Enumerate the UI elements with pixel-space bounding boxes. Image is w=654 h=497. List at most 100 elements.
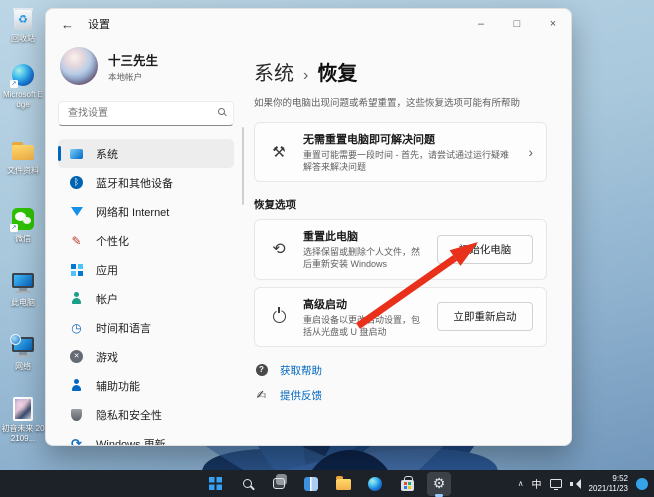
image-file-icon — [10, 396, 36, 422]
desktop-icon-wechat[interactable]: ↗ 微信 — [1, 206, 45, 244]
file-explorer-button[interactable] — [331, 472, 355, 496]
restart-now-button[interactable]: 立即重新启动 — [437, 302, 533, 331]
sidebar-item-network-internet[interactable]: 网络和 Internet — [58, 197, 234, 226]
account-type: 本地帐户 — [108, 71, 158, 83]
minimize-button[interactable]: – — [463, 9, 499, 39]
task-view-button[interactable] — [267, 472, 291, 496]
shortcut-arrow-icon: ↗ — [10, 80, 18, 88]
update-icon: ⟳ — [69, 436, 84, 446]
sidebar-item-apps[interactable]: 应用 — [58, 255, 234, 284]
desktop-icon-recycle-bin[interactable]: ♻ 回收站 — [1, 6, 45, 44]
card-title: 高级启动 — [303, 296, 424, 312]
desktop-icon-label: 网络 — [1, 362, 45, 372]
reset-pc-button[interactable]: 初始化电脑 — [437, 235, 533, 264]
sidebar-item-label: 应用 — [96, 262, 118, 278]
search-input[interactable] — [58, 101, 234, 126]
fix-problems-card[interactable]: ⚒ 无需重置电脑即可解决问题 重置可能需要一段时间 - 首先，请尝试通过运行疑难… — [254, 122, 547, 182]
sidebar-item-accounts[interactable]: 帐户 — [58, 284, 234, 313]
brush-icon: ✎ — [69, 233, 84, 248]
account-name: 十三先生 — [108, 50, 158, 69]
sidebar-item-time-language[interactable]: ◷ 时间和语言 — [58, 313, 234, 342]
person-icon — [69, 291, 84, 306]
main-pane: 系统 › 恢复 如果你的电脑出现问题或希望重置，这些恢复选项可能有所帮助 ⚒ 无… — [246, 39, 571, 445]
breadcrumb-parent[interactable]: 系统 — [254, 57, 294, 86]
sidebar-item-bluetooth-devices[interactable]: ᛒ 蓝牙和其他设备 — [58, 168, 234, 197]
edge-icon — [368, 477, 382, 491]
desktop-icon-edge[interactable]: ↗ Microsoft Edge — [1, 62, 45, 109]
footer-links: ? 获取帮助 ✍ 提供反馈 — [254, 363, 547, 403]
shield-icon — [69, 407, 84, 422]
taskbar: ⚙ ∧ 中 9:52 2021/11/23 — [0, 470, 654, 497]
search-icon — [243, 479, 252, 488]
tray-date: 2021/11/23 — [589, 484, 628, 494]
maximize-button[interactable]: □ — [499, 9, 535, 39]
desktop-icon-network[interactable]: 网络 — [1, 334, 45, 372]
sidebar-item-privacy-security[interactable]: 隐私和安全性 — [58, 400, 234, 429]
accessibility-icon — [69, 378, 84, 393]
sidebar-nav: 系统 ᛒ 蓝牙和其他设备 网络和 Internet ✎ 个性化 应用 帐户 — [58, 139, 234, 446]
taskbar-search-button[interactable] — [235, 472, 259, 496]
clock[interactable]: 9:52 2021/11/23 — [589, 474, 628, 494]
sidebar-item-personalization[interactable]: ✎ 个性化 — [58, 226, 234, 255]
folder-icon — [336, 479, 351, 490]
settings-button[interactable]: ⚙ — [427, 472, 451, 496]
edge-button[interactable] — [363, 472, 387, 496]
store-button[interactable] — [395, 472, 419, 496]
desktop-icon-label: 初音未来 202109... — [1, 424, 45, 443]
desktop-icon-label: 文件资料 — [1, 166, 45, 176]
system-icon — [69, 146, 84, 161]
help-icon: ? — [254, 364, 269, 376]
back-button[interactable]: ← — [61, 17, 74, 32]
sidebar-item-windows-update[interactable]: ⟳ Windows 更新 — [58, 429, 234, 446]
tray-time: 9:52 — [589, 474, 628, 484]
shortcut-arrow-icon: ↗ — [10, 224, 18, 232]
volume-tray-icon[interactable] — [570, 479, 581, 489]
window-title: 设置 — [88, 16, 110, 32]
link-label: 获取帮助 — [280, 363, 322, 378]
system-tray: ∧ 中 9:52 2021/11/23 — [518, 470, 648, 497]
sidebar: 十三先生 本地帐户 系统 ᛒ 蓝牙和其他设备 网络和 Internet ✎ — [46, 39, 246, 445]
sidebar-item-label: 时间和语言 — [96, 320, 151, 336]
sidebar-item-label: 帐户 — [96, 291, 118, 307]
desktop-icon-label: 此电脑 — [1, 298, 45, 308]
recycle-bin-icon: ♻ — [10, 6, 36, 32]
search-icon — [218, 108, 225, 115]
sidebar-scrollbar[interactable] — [242, 127, 244, 205]
desktop-icon-image-file[interactable]: 初音未来 202109... — [1, 396, 45, 443]
sidebar-item-label: Windows 更新 — [96, 436, 166, 447]
ime-indicator[interactable]: 中 — [532, 476, 542, 491]
notification-badge[interactable] — [636, 478, 648, 490]
gear-icon: ⚙ — [433, 475, 446, 492]
tray-chevron-up-icon[interactable]: ∧ — [518, 479, 524, 488]
card-description: 重置可能需要一段时间 - 首先，请尝试通过运行疑难解答来解决问题 — [303, 149, 515, 173]
sidebar-item-gaming[interactable]: ✕ 游戏 — [58, 342, 234, 371]
advanced-startup-card: 高级启动 重启设备以更改启动设置，包括从光盘或 U 盘启动 立即重新启动 — [254, 287, 547, 347]
desktop-icon-label: 微信 — [1, 234, 45, 244]
folder-icon — [10, 138, 36, 164]
network-tray-icon[interactable] — [550, 479, 562, 488]
sidebar-item-system[interactable]: 系统 — [58, 139, 234, 168]
close-button[interactable]: × — [535, 9, 571, 39]
sidebar-item-label: 系统 — [96, 146, 118, 162]
breadcrumb: 系统 › 恢复 — [254, 57, 547, 86]
network-icon — [10, 334, 36, 360]
get-help-link[interactable]: ? 获取帮助 — [254, 363, 547, 378]
this-pc-icon — [10, 270, 36, 296]
start-button[interactable] — [203, 472, 227, 496]
sidebar-item-accessibility[interactable]: 辅助功能 — [58, 371, 234, 400]
desktop-icon-label: 回收站 — [1, 34, 45, 44]
card-description: 重启设备以更改启动设置，包括从光盘或 U 盘启动 — [303, 314, 424, 338]
desktop-icon-folder[interactable]: 文件资料 — [1, 138, 45, 176]
section-label-recovery-options: 恢复选项 — [254, 197, 547, 212]
page-subtitle: 如果你的电脑出现问题或希望重置，这些恢复选项可能有所帮助 — [254, 95, 547, 109]
reset-pc-card: ⟲ 重置此电脑 选择保留或删除个人文件，然后重新安装 Windows 初始化电脑 — [254, 219, 547, 279]
desktop-icon-this-pc[interactable]: 此电脑 — [1, 270, 45, 308]
account-row[interactable]: 十三先生 本地帐户 — [60, 47, 232, 85]
widgets-icon — [304, 477, 318, 491]
give-feedback-link[interactable]: ✍ 提供反馈 — [254, 388, 547, 403]
page-title: 恢复 — [317, 57, 357, 86]
taskbar-center: ⚙ — [203, 470, 451, 497]
edge-icon: ↗ — [10, 62, 36, 88]
widgets-button[interactable] — [299, 472, 323, 496]
windows-logo-icon — [209, 477, 222, 490]
